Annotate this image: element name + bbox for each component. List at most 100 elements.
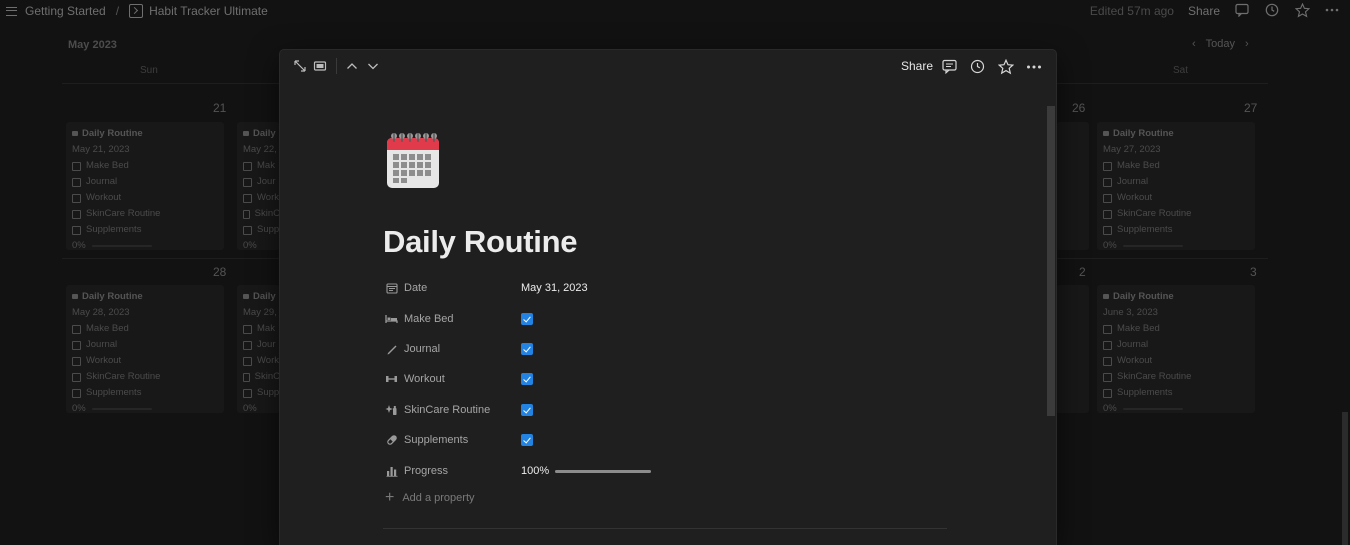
chevron-left-icon[interactable]: ‹ — [1192, 38, 1196, 50]
calendar-card[interactable]: Daily Routine June 3, 2023 Make Bed Jour… — [1097, 285, 1255, 414]
share-button[interactable]: Share — [1188, 4, 1220, 18]
day-number: 28 — [213, 265, 227, 279]
star-icon[interactable] — [1294, 2, 1310, 19]
property-skincare[interactable]: SkinCare Routine — [385, 400, 905, 420]
calendar-card[interactable]: Daily Routine May 21, 2023 Make Bed Jour… — [66, 122, 224, 251]
property-journal[interactable]: Journal — [385, 339, 905, 359]
app-scrollbar[interactable] — [1342, 412, 1348, 545]
checkbox[interactable] — [1103, 193, 1112, 203]
today-button[interactable]: Today — [1206, 38, 1235, 50]
checkbox[interactable] — [243, 225, 252, 235]
checkbox[interactable] — [72, 209, 81, 219]
property-label: Date — [404, 282, 428, 294]
breadcrumb-item-getting-started[interactable]: Getting Started — [25, 4, 106, 18]
checkbox[interactable] — [1103, 161, 1112, 171]
calendar-icon[interactable] — [385, 128, 441, 190]
modal-scrollbar[interactable] — [1047, 106, 1055, 416]
lock-icon — [1103, 293, 1109, 299]
card-title: Daily Routine — [1113, 291, 1174, 302]
checkbox[interactable] — [1103, 209, 1112, 219]
property-progress[interactable]: Progress 100% — [385, 461, 905, 481]
chevron-up-icon[interactable] — [345, 59, 359, 77]
page-title[interactable]: Daily Routine — [383, 224, 577, 260]
checkbox[interactable] — [1103, 324, 1112, 334]
checkbox[interactable] — [243, 324, 252, 334]
progress-bar — [1122, 408, 1183, 410]
checkbox[interactable] — [1103, 388, 1112, 398]
chevron-right-icon[interactable]: › — [1245, 38, 1249, 50]
progress-bar — [555, 469, 652, 473]
card-date: May 21, 2023 — [72, 144, 130, 155]
calendar-card[interactable]: Daily Routine May 27, 2023 Make Bed Jour… — [1097, 122, 1255, 251]
history-icon[interactable] — [1264, 3, 1280, 19]
card-item: Make Bed — [1117, 160, 1160, 171]
comment-icon[interactable] — [1234, 3, 1250, 19]
checkbox[interactable] — [72, 193, 81, 203]
card-item: Workout — [86, 355, 122, 366]
card-date: May 28, 2023 — [72, 307, 130, 318]
checkbox[interactable] — [243, 177, 252, 187]
top-bar: Getting Started / Habit Tracker Ultimate… — [0, 0, 1350, 22]
comment-icon[interactable] — [942, 59, 957, 78]
menu-icon[interactable] — [6, 6, 17, 16]
calendar-card[interactable]: Daily May 29, Mak Jour Work SkinC Supp 0… — [237, 285, 280, 413]
checkbox[interactable] — [243, 209, 250, 219]
checkbox[interactable] — [1103, 177, 1112, 187]
lock-icon — [243, 293, 249, 299]
card-item: Work — [257, 192, 279, 203]
lock-icon — [243, 130, 249, 136]
checkbox[interactable] — [72, 372, 81, 382]
more-icon[interactable] — [1026, 59, 1042, 79]
dumbbell-icon — [385, 373, 398, 386]
workout-checkbox[interactable] — [521, 373, 533, 385]
checkbox[interactable] — [1103, 340, 1112, 350]
checkbox[interactable] — [243, 388, 252, 398]
checkbox[interactable] — [72, 177, 81, 187]
checkbox[interactable] — [243, 356, 252, 366]
checkbox[interactable] — [72, 324, 81, 334]
layout-icon[interactable] — [313, 59, 327, 77]
card-item: Jour — [257, 339, 276, 350]
card-date: May 27, 2023 — [1103, 144, 1161, 155]
checkbox[interactable] — [243, 372, 250, 382]
checkbox[interactable] — [72, 388, 81, 398]
more-icon[interactable] — [1324, 3, 1340, 19]
journal-checkbox[interactable] — [521, 343, 533, 355]
skincare-checkbox[interactable] — [521, 404, 533, 416]
property-supplements[interactable]: Supplements — [385, 430, 905, 450]
card-date: June 3, 2023 — [1103, 307, 1158, 318]
calendar-card[interactable]: Daily Routine May 28, 2023 Make Bed Jour… — [66, 285, 224, 414]
checkbox[interactable] — [243, 193, 252, 203]
calendar-card-partial[interactable] — [1056, 285, 1089, 413]
calendar-card-partial[interactable] — [1056, 122, 1089, 250]
checkbox[interactable] — [72, 161, 81, 171]
checkbox[interactable] — [1103, 225, 1112, 235]
sparkle-icon — [385, 404, 398, 417]
calendar-card[interactable]: Daily May 22, Mak Jour Work SkinC Supp 0… — [237, 122, 280, 250]
history-icon[interactable] — [970, 59, 985, 78]
page-icon — [129, 4, 144, 18]
checkbox[interactable] — [1103, 356, 1112, 366]
property-date[interactable]: Date May 31, 2023 — [385, 278, 905, 298]
supplements-checkbox[interactable] — [521, 434, 533, 446]
add-property-button[interactable]: + Add a property — [385, 490, 475, 506]
modal-share-button[interactable]: Share — [901, 59, 933, 73]
property-workout[interactable]: Workout — [385, 369, 905, 389]
checkbox[interactable] — [1103, 372, 1112, 382]
pill-icon — [385, 434, 398, 447]
chevron-down-icon[interactable] — [366, 59, 380, 77]
date-value[interactable]: May 31, 2023 — [521, 282, 588, 294]
card-progress: 0% — [72, 403, 86, 414]
checkbox[interactable] — [243, 161, 252, 171]
checkbox[interactable] — [72, 356, 81, 366]
expand-icon[interactable] — [293, 59, 307, 77]
checkbox[interactable] — [72, 225, 81, 235]
card-item: SkinC — [254, 208, 280, 219]
checkbox[interactable] — [72, 340, 81, 350]
make-bed-checkbox[interactable] — [521, 313, 533, 325]
card-progress: 0% — [1103, 403, 1117, 414]
breadcrumb-item-habit-tracker[interactable]: Habit Tracker Ultimate — [149, 4, 268, 18]
star-icon[interactable] — [997, 58, 1015, 79]
checkbox[interactable] — [243, 340, 252, 350]
property-make-bed[interactable]: Make Bed — [385, 309, 905, 329]
